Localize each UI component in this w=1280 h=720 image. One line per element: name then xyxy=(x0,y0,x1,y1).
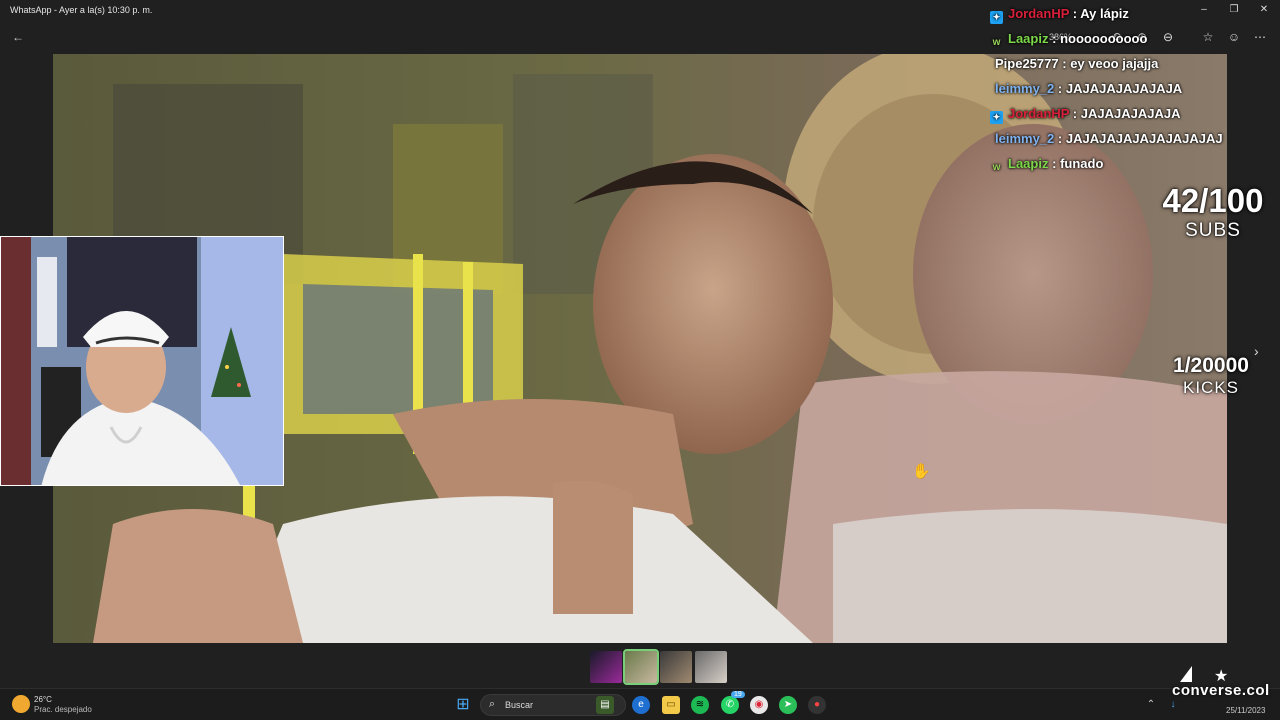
chat-username: Laapiz xyxy=(1008,156,1049,171)
chrome-icon[interactable]: ◉ xyxy=(750,696,768,714)
thumbnail-active[interactable] xyxy=(623,649,659,685)
windows-start-icon[interactable]: ⊞ xyxy=(454,696,472,714)
subs-counter: 42/100 SUBS xyxy=(1150,182,1276,242)
kick-badge-icon: ✦ xyxy=(990,11,1003,24)
screen: WhatsApp - Ayer a la(s) 10:30 p. m. – ❐ … xyxy=(0,0,1280,720)
chat-username: JordanHP xyxy=(1008,106,1070,121)
kicks-label: KICKS xyxy=(1182,378,1240,397)
chat-username: leimmy_2 xyxy=(995,131,1055,146)
chat-text: ey veoo jajajja xyxy=(1070,56,1159,71)
windows-taskbar: 26°C Prac. despejado ⊞ ⌕ Buscar ▤ e ▭ ≋ … xyxy=(0,688,1280,720)
kick-badge-icon: ✦ xyxy=(990,111,1003,124)
telegram-icon[interactable]: ➤ xyxy=(779,696,797,714)
kicks-value: 1/20000 xyxy=(1173,354,1249,377)
wallet-badge-icon: w xyxy=(992,37,1001,48)
subs-label: SUBS xyxy=(1185,220,1241,241)
chat-text: Ay lápiz xyxy=(1080,6,1129,21)
window-title: WhatsApp - Ayer a la(s) 10:30 p. m. xyxy=(10,5,153,15)
thumbnail[interactable] xyxy=(660,651,692,683)
weather-description: Prac. despejado xyxy=(34,705,92,714)
chat-username: JordanHP xyxy=(1008,6,1070,21)
edge-browser-icon[interactable]: e xyxy=(632,696,650,714)
stream-chat: ✦ JordanHP : Ay lápiz w Laapiz : noooooooo… xyxy=(990,6,1280,181)
file-explorer-icon[interactable]: ▭ xyxy=(662,696,680,714)
brand-triangle-icon xyxy=(1180,666,1192,682)
chat-separator: : xyxy=(1057,81,1063,96)
whatsapp-icon[interactable]: ✆ xyxy=(721,696,739,714)
chat-separator: : xyxy=(1062,56,1067,71)
kicks-counter: 1/20000 KICKS xyxy=(1160,354,1262,398)
chat-separator: : xyxy=(1052,156,1057,171)
webcam-overlay xyxy=(0,236,284,486)
search-icon: ⌕ xyxy=(489,698,496,710)
chat-separator: : xyxy=(1052,31,1057,46)
thumbnail[interactable] xyxy=(695,651,727,683)
search-placeholder: Buscar xyxy=(505,700,534,710)
chat-message: w Laapiz : noooooooooo xyxy=(990,31,1280,56)
chat-username: Laapiz xyxy=(1008,31,1049,46)
next-chevron-icon[interactable]: › xyxy=(1254,343,1259,359)
brand-name: converse.col xyxy=(1172,682,1270,699)
weather-icon[interactable] xyxy=(12,695,30,713)
widgets-icon[interactable]: ▤ xyxy=(596,696,614,714)
webcam-illustration xyxy=(1,237,283,485)
chat-text: noooooooooo xyxy=(1060,31,1148,46)
chat-username: leimmy_2 xyxy=(995,81,1055,96)
chat-username: Pipe25777 xyxy=(995,56,1059,71)
thumbnail[interactable] xyxy=(590,651,622,683)
chat-message: w Laapiz : funado xyxy=(990,156,1280,181)
brand-watermark: ★ converse.col xyxy=(1170,664,1278,704)
chat-message: ✦ JordanHP : Ay lápiz xyxy=(990,6,1280,31)
recorder-icon[interactable]: ● xyxy=(808,696,826,714)
chat-separator: : xyxy=(1072,106,1078,121)
back-arrow-icon[interactable]: ← xyxy=(12,30,24,44)
chat-text: funado xyxy=(1060,156,1104,171)
chat-text: JAJAJAJAJAJAJAJAJAJ xyxy=(1065,131,1223,146)
chat-text: JAJAJAJAJAJAJA xyxy=(1065,81,1183,96)
weather-temperature: 26°C xyxy=(34,695,52,704)
chat-message: leimmy_2 : JAJAJAJAJAJAJA xyxy=(990,81,1280,106)
chat-message: ✦ JordanHP : JAJAJAJAJAJA xyxy=(990,106,1280,131)
hand-cursor-icon: ✋ xyxy=(912,463,931,480)
tray-chevron-icon[interactable]: ⌃ xyxy=(1142,696,1160,714)
tray-date: 25/11/2023 xyxy=(1226,706,1266,715)
chat-separator: : xyxy=(1072,6,1078,21)
subs-value: 42/100 xyxy=(1162,182,1264,219)
chat-separator: : xyxy=(1057,131,1063,146)
whatsapp-badge: 19 xyxy=(731,691,745,698)
chat-message: Pipe25777 : ey veoo jajajja xyxy=(990,56,1280,81)
wallet-badge-icon: w xyxy=(992,162,1001,173)
chat-message: leimmy_2 : JAJAJAJAJAJAJAJAJAJ xyxy=(990,131,1280,156)
chat-text: JAJAJAJAJAJA xyxy=(1080,106,1181,121)
spotify-icon[interactable]: ≋ xyxy=(691,696,709,714)
